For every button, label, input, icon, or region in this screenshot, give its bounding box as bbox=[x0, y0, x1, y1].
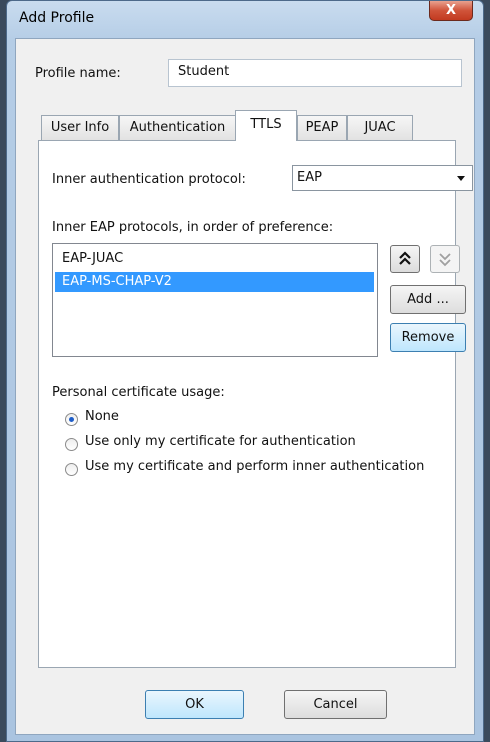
radio-none[interactable] bbox=[65, 413, 78, 426]
move-up-button[interactable] bbox=[390, 245, 420, 273]
tab-ttls[interactable]: TTLS bbox=[235, 110, 297, 141]
tab-label: JUAC bbox=[364, 120, 396, 135]
tab-label: User Info bbox=[50, 120, 110, 135]
close-icon: X bbox=[445, 3, 457, 18]
tab-user-info[interactable]: User Info bbox=[41, 115, 119, 140]
title-bar[interactable]: Add Profile X bbox=[7, 1, 483, 37]
radio-certificate-and-inner-auth-label[interactable]: Use my certificate and perform inner aut… bbox=[85, 459, 424, 474]
move-down-button[interactable] bbox=[430, 245, 460, 273]
inner-auth-value: EAP bbox=[297, 170, 322, 185]
ok-button[interactable]: OK bbox=[145, 690, 244, 719]
profile-name-label: Profile name: bbox=[35, 66, 121, 81]
double-chevron-up-icon bbox=[399, 251, 411, 265]
radio-only-my-certificate-label[interactable]: Use only my certificate for authenticati… bbox=[85, 434, 356, 449]
radio-none-label[interactable]: None bbox=[85, 409, 119, 424]
profile-name-input[interactable]: Student bbox=[168, 59, 462, 87]
cancel-button[interactable]: Cancel bbox=[284, 690, 387, 719]
double-chevron-down-icon bbox=[439, 253, 451, 267]
tab-label: TTLS bbox=[250, 117, 282, 132]
tab-label: Authentication bbox=[129, 120, 226, 135]
inner-eap-list[interactable]: EAP-JUAC EAP-MS-CHAP-V2 bbox=[52, 243, 378, 357]
tab-authentication[interactable]: Authentication bbox=[119, 115, 236, 140]
cert-usage-label: Personal certificate usage: bbox=[52, 385, 225, 400]
close-button[interactable]: X bbox=[429, 1, 473, 21]
dialog-body: Profile name: Student User Info Authenti… bbox=[15, 38, 475, 735]
inner-eap-label: Inner EAP protocols, in order of prefere… bbox=[52, 220, 334, 235]
profile-name-value: Student bbox=[178, 64, 230, 79]
radio-only-my-certificate[interactable] bbox=[65, 438, 78, 451]
tab-peap[interactable]: PEAP bbox=[297, 115, 347, 140]
remove-button[interactable]: Remove bbox=[390, 323, 466, 352]
dropdown-arrow-icon bbox=[457, 176, 465, 181]
dialog-title: Add Profile bbox=[19, 10, 95, 26]
radio-certificate-and-inner-auth[interactable] bbox=[65, 463, 78, 476]
add-button[interactable]: Add ... bbox=[390, 285, 466, 314]
add-profile-dialog: Add Profile X Profile name: Student User… bbox=[6, 0, 484, 742]
inner-auth-select[interactable]: EAP bbox=[292, 165, 473, 191]
tab-label: PEAP bbox=[305, 120, 339, 135]
inner-auth-label: Inner authentication protocol: bbox=[52, 172, 246, 187]
remove-button-label: Remove bbox=[401, 330, 455, 345]
list-item[interactable]: EAP-JUAC bbox=[55, 249, 374, 269]
add-button-label: Add ... bbox=[407, 292, 449, 307]
list-item-selected[interactable]: EAP-MS-CHAP-V2 bbox=[55, 272, 374, 292]
cancel-button-label: Cancel bbox=[313, 697, 358, 712]
ok-button-label: OK bbox=[185, 697, 204, 712]
ttls-tab-panel: Inner authentication protocol: EAP Inner… bbox=[38, 140, 473, 668]
tab-juac[interactable]: JUAC bbox=[347, 115, 413, 140]
